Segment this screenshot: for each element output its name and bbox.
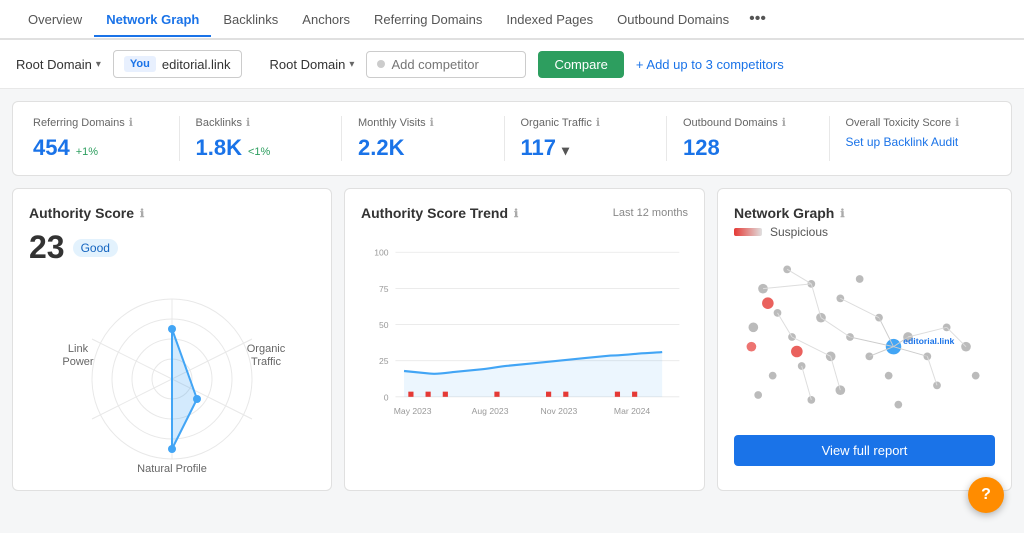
svg-text:Aug 2023: Aug 2023 (472, 406, 509, 416)
domain-value: editorial.link (162, 57, 231, 72)
info-icon-authority[interactable]: ℹ (140, 207, 144, 220)
radar-chart: Link Power Organic Traffic Natural Profi… (29, 274, 315, 474)
last-months-label: Last 12 months (613, 207, 688, 219)
setup-backlink-audit[interactable]: Set up Backlink Audit (846, 135, 976, 149)
info-icon-backlinks[interactable]: ℹ (246, 116, 250, 129)
domain-selector-1[interactable]: Root Domain ▾ (16, 57, 101, 72)
authority-score-card: Authority Score ℹ 23 Good (12, 188, 332, 491)
svg-text:100: 100 (374, 248, 389, 258)
trend-card: Authority Score Trend ℹ Last 12 months 1… (344, 188, 705, 491)
info-icon-trend[interactable]: ℹ (514, 207, 518, 220)
svg-text:Natural Profile: Natural Profile (137, 463, 207, 474)
toolbar: Root Domain ▾ You editorial.link Root Do… (0, 40, 1024, 89)
network-graph-card: Network Graph ℹ Suspicious (717, 188, 1012, 491)
good-badge: Good (73, 239, 118, 257)
competitor-dot-icon (377, 60, 385, 68)
top-navigation: Overview Network Graph Backlinks Anchors… (0, 0, 1024, 40)
stat-monthly-visits: Monthly Visits ℹ 2.2K (342, 116, 505, 161)
nav-item-outbound-domains[interactable]: Outbound Domains (605, 4, 741, 37)
competitor-input-wrap[interactable] (366, 51, 526, 78)
add-competitors-link[interactable]: + Add up to 3 competitors (636, 57, 784, 72)
svg-text:Organic: Organic (247, 343, 286, 355)
organic-traffic-value: 117 (521, 135, 557, 161)
referring-domains-delta: +1% (76, 146, 98, 158)
nav-item-network-graph[interactable]: Network Graph (94, 4, 211, 37)
you-badge: You (124, 56, 156, 72)
stat-toxicity: Overall Toxicity Score ℹ Set up Backlink… (830, 116, 992, 161)
nav-item-backlinks[interactable]: Backlinks (211, 4, 290, 37)
info-icon-monthly[interactable]: ℹ (430, 116, 434, 129)
authority-score-value: 23 (29, 229, 65, 266)
competitor-input[interactable] (391, 57, 511, 72)
svg-text:Mar 2024: Mar 2024 (614, 406, 651, 416)
svg-text:0: 0 (384, 392, 389, 402)
info-icon-outbound[interactable]: ℹ (782, 116, 786, 129)
network-legend: Suspicious (734, 225, 995, 239)
monthly-visits-value: 2.2K (358, 135, 404, 161)
stat-outbound-domains: Outbound Domains ℹ 128 (667, 116, 830, 161)
svg-text:Link: Link (68, 343, 89, 355)
chevron-down-icon-1: ▾ (96, 59, 101, 70)
info-icon-referring[interactable]: ℹ (129, 116, 133, 129)
nav-item-referring-domains[interactable]: Referring Domains (362, 4, 494, 37)
stat-backlinks: Backlinks ℹ 1.8K <1% (180, 116, 343, 161)
referring-domains-value: 454 (33, 135, 70, 161)
domain-selector-2[interactable]: Root Domain ▾ (270, 57, 355, 72)
legend-label: Suspicious (770, 225, 828, 239)
info-icon-network[interactable]: ℹ (840, 207, 844, 220)
cards-row: Authority Score ℹ 23 Good (12, 188, 1012, 491)
chevron-down-icon-2: ▾ (349, 59, 354, 70)
help-button[interactable]: ? (968, 477, 1004, 513)
backlinks-delta: <1% (248, 146, 270, 158)
stats-bar: Referring Domains ℹ 454 +1% Backlinks ℹ … (12, 101, 1012, 176)
trend-chart-area: 100 75 50 25 0 May 2023 (361, 229, 688, 442)
backlinks-value: 1.8K (196, 135, 242, 161)
info-icon-toxicity[interactable]: ℹ (955, 116, 959, 129)
stat-organic-traffic: Organic Traffic ℹ 117 ▾ (505, 116, 668, 161)
svg-text:75: 75 (379, 284, 389, 294)
nav-item-anchors[interactable]: Anchors (290, 4, 362, 37)
svg-text:25: 25 (379, 356, 389, 366)
svg-text:Power: Power (62, 356, 94, 368)
info-icon-organic[interactable]: ℹ (596, 116, 600, 129)
svg-text:May 2023: May 2023 (394, 406, 432, 416)
nav-item-indexed-pages[interactable]: Indexed Pages (494, 4, 605, 37)
you-domain-wrap: You editorial.link (113, 50, 242, 78)
view-full-report-button[interactable]: View full report (734, 435, 995, 466)
outbound-domains-value: 128 (683, 135, 720, 161)
organic-traffic-arrow: ▾ (562, 142, 569, 159)
svg-text:editorial.link: editorial.link (903, 336, 954, 346)
compare-button[interactable]: Compare (538, 51, 623, 78)
legend-bar (734, 228, 762, 236)
nav-item-overview[interactable]: Overview (16, 4, 94, 37)
stat-referring-domains: Referring Domains ℹ 454 +1% (33, 116, 180, 161)
svg-text:Traffic: Traffic (251, 356, 281, 368)
svg-text:50: 50 (379, 320, 389, 330)
svg-text:Nov 2023: Nov 2023 (541, 406, 578, 416)
network-graph-area: editorial.link (734, 247, 995, 427)
more-menu-icon[interactable]: ••• (741, 2, 774, 36)
